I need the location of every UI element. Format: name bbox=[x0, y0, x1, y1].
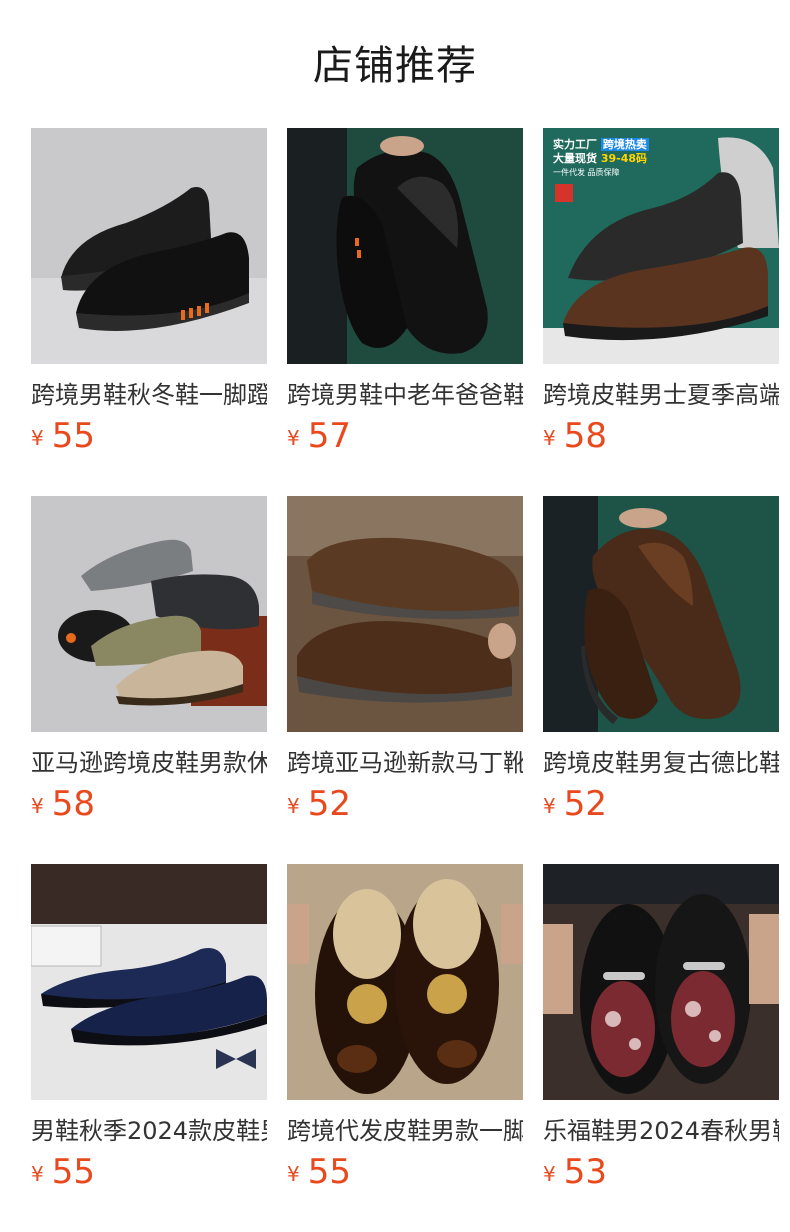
product-price: ¥55 bbox=[31, 416, 267, 456]
product-image[interactable] bbox=[287, 496, 523, 732]
section-title: 店铺推荐 bbox=[313, 43, 477, 89]
promo-line3: 一件代发 品质保障 bbox=[553, 168, 620, 177]
currency-symbol: ¥ bbox=[31, 1162, 44, 1186]
currency-symbol: ¥ bbox=[31, 794, 44, 818]
promo-badge: 实力工厂 跨境热卖 大量现货 39-48码 一件代发 品质保障 bbox=[553, 138, 649, 180]
black-slip-on-shoes-image bbox=[31, 128, 267, 364]
product-image[interactable] bbox=[287, 128, 523, 364]
product-image[interactable] bbox=[31, 128, 267, 364]
product-name[interactable]: 乐福鞋男2024春秋男鞋 bbox=[543, 1114, 779, 1148]
promo-line1-a: 实力工厂 bbox=[553, 138, 597, 151]
promo-line1-b: 跨境热卖 bbox=[600, 138, 649, 151]
product-price: ¥53 bbox=[543, 1152, 779, 1192]
store-recommendations-page: 店铺推荐 跨境男鞋秋冬鞋一脚蹬 ¥55 跨境男鞋中老年爸爸鞋 ¥ 57 实力工厂… bbox=[0, 0, 790, 1232]
product-name[interactable]: 跨境男鞋秋冬鞋一脚蹬 bbox=[31, 378, 267, 412]
brown-lace-up-shoes-image bbox=[287, 496, 523, 732]
black-leather-shoes-image bbox=[287, 128, 523, 364]
currency-symbol: ¥ bbox=[543, 426, 556, 450]
product-card[interactable]: 男鞋秋季2024款皮鞋男 ¥55 bbox=[31, 864, 267, 1200]
currency-symbol: ¥ bbox=[543, 794, 556, 818]
product-name[interactable]: 男鞋秋季2024款皮鞋男 bbox=[31, 1114, 267, 1148]
product-name[interactable]: 跨境代发皮鞋男款一脚 bbox=[287, 1114, 523, 1148]
currency-symbol: ¥ bbox=[287, 794, 300, 818]
price-value: 52 bbox=[307, 784, 351, 824]
stacked-casual-shoes-image bbox=[31, 496, 267, 732]
promo-line2-b: 39-48码 bbox=[600, 152, 648, 165]
product-price: ¥55 bbox=[287, 1152, 523, 1192]
price-value: 52 bbox=[563, 784, 607, 824]
product-card[interactable]: 实力工厂 跨境热卖 大量现货 39-48码 一件代发 品质保障 跨境皮鞋男士夏季… bbox=[543, 128, 779, 464]
price-value: 55 bbox=[51, 1152, 95, 1192]
product-name[interactable]: 亚马逊跨境皮鞋男款休 bbox=[31, 746, 267, 780]
promo-line2-a: 大量现货 bbox=[553, 152, 597, 165]
product-price: ¥58 bbox=[543, 416, 779, 456]
product-card[interactable]: 跨境亚马逊新款马丁靴 ¥52 bbox=[287, 496, 523, 832]
product-grid: 跨境男鞋秋冬鞋一脚蹬 ¥55 跨境男鞋中老年爸爸鞋 ¥ 57 实力工厂 跨境热卖… bbox=[31, 128, 779, 1200]
price-value: 58 bbox=[563, 416, 607, 456]
product-card[interactable]: 跨境皮鞋男复古德比鞋 ¥52 bbox=[543, 496, 779, 832]
product-card[interactable]: 亚马逊跨境皮鞋男款休 ¥58 bbox=[31, 496, 267, 832]
product-image[interactable] bbox=[31, 864, 267, 1100]
product-price: ¥58 bbox=[31, 784, 267, 824]
product-price: ¥52 bbox=[543, 784, 779, 824]
product-name[interactable]: 跨境亚马逊新款马丁靴 bbox=[287, 746, 523, 780]
floral-horsebit-loafers-image bbox=[543, 864, 779, 1100]
price-value: 53 bbox=[563, 1152, 607, 1192]
price-value: 57 bbox=[307, 416, 351, 456]
price-value: 55 bbox=[307, 1152, 351, 1192]
product-image[interactable] bbox=[287, 864, 523, 1100]
currency-symbol: ¥ bbox=[287, 426, 300, 450]
price-value: 58 bbox=[51, 784, 95, 824]
currency-symbol: ¥ bbox=[543, 1162, 556, 1186]
product-name[interactable]: 跨境男鞋中老年爸爸鞋 bbox=[287, 378, 523, 412]
currency-symbol: ¥ bbox=[31, 426, 44, 450]
price-value: 55 bbox=[51, 416, 95, 456]
product-card[interactable]: 乐福鞋男2024春秋男鞋 ¥53 bbox=[543, 864, 779, 1200]
product-image[interactable] bbox=[543, 864, 779, 1100]
product-image[interactable]: 实力工厂 跨境热卖 大量现货 39-48码 一件代发 品质保障 bbox=[543, 128, 779, 364]
product-name[interactable]: 跨境皮鞋男复古德比鞋 bbox=[543, 746, 779, 780]
product-price: ¥52 bbox=[287, 784, 523, 824]
navy-velvet-loafers-image bbox=[31, 864, 267, 1100]
product-card[interactable]: 跨境代发皮鞋男款一脚 ¥55 bbox=[287, 864, 523, 1200]
product-price: ¥55 bbox=[31, 1152, 267, 1192]
product-price: ¥57 bbox=[287, 416, 523, 456]
brown-derby-shoes-image bbox=[543, 496, 779, 732]
product-image[interactable] bbox=[543, 496, 779, 732]
product-name[interactable]: 跨境皮鞋男士夏季高端 bbox=[543, 378, 779, 412]
product-card[interactable]: 跨境男鞋秋冬鞋一脚蹬 ¥55 bbox=[31, 128, 267, 464]
glossy-embroidered-loafers-image bbox=[287, 864, 523, 1100]
currency-symbol: ¥ bbox=[287, 1162, 300, 1186]
product-card[interactable]: 跨境男鞋中老年爸爸鞋 ¥57 bbox=[287, 128, 523, 464]
product-image[interactable] bbox=[31, 496, 267, 732]
